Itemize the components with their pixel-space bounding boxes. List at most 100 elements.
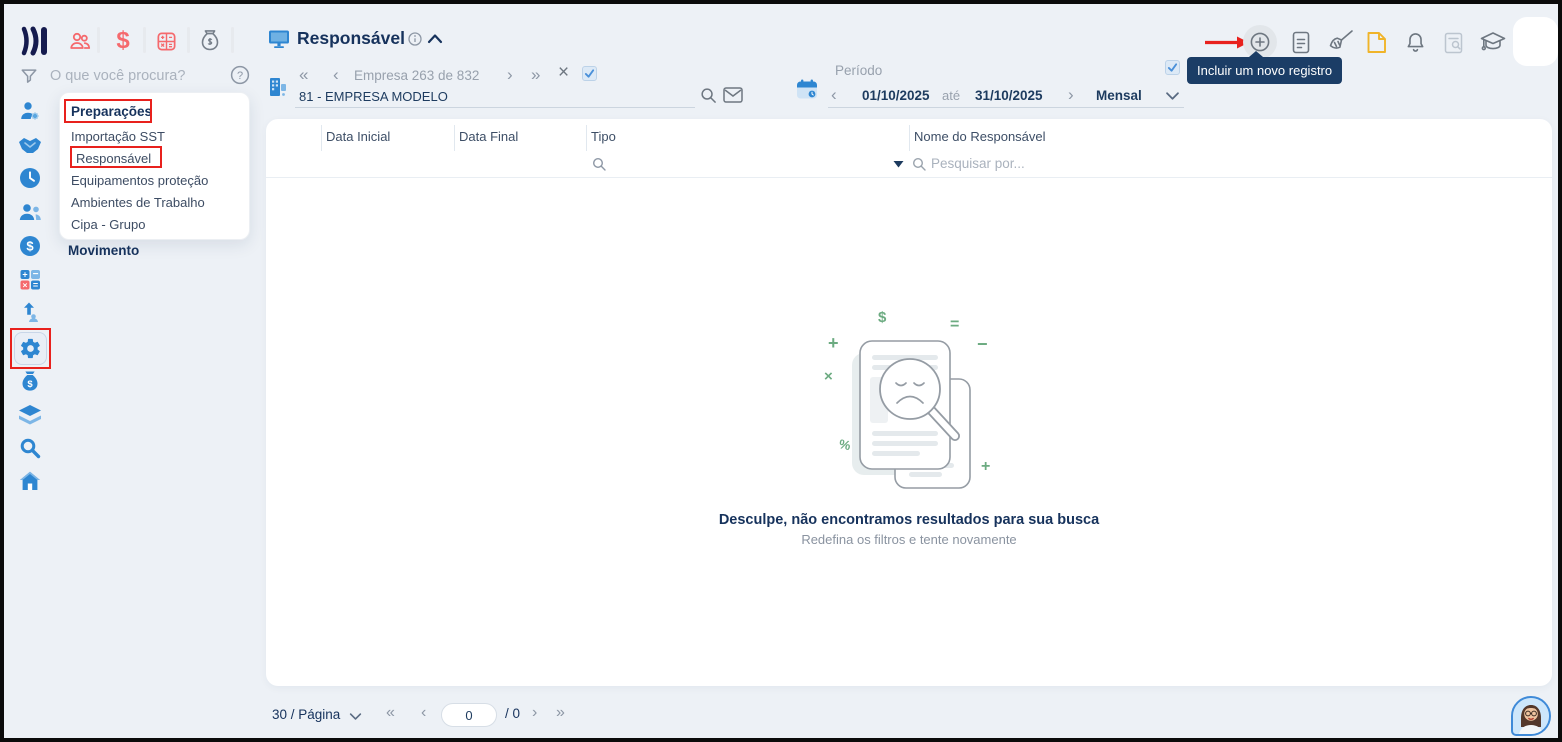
tooltip-text: Incluir um novo registro — [1197, 63, 1333, 78]
user-settings-icon[interactable] — [18, 99, 42, 123]
moneybag-icon[interactable] — [198, 28, 222, 54]
filter-icon[interactable] — [19, 66, 39, 86]
document-icon[interactable] — [1290, 30, 1312, 54]
people-icon[interactable] — [68, 29, 92, 53]
company-name-field[interactable] — [299, 87, 659, 105]
first-page-button[interactable]: « — [386, 705, 395, 721]
prev-page-button[interactable]: ‹ — [421, 705, 426, 721]
period-underline — [828, 107, 1184, 108]
calc-signs-icon[interactable]: + − × = — [18, 267, 42, 291]
global-search-input[interactable] — [50, 65, 222, 87]
period-checkbox[interactable] — [1165, 60, 1180, 75]
handshake-icon[interactable] — [17, 133, 43, 157]
menu-section-movimento[interactable]: Movimento — [68, 243, 139, 258]
topbar-divider — [187, 27, 190, 53]
name-filter-search-icon[interactable] — [911, 156, 926, 171]
clock-icon[interactable] — [18, 166, 42, 190]
menu-item-ambientes[interactable]: Ambientes de Trabalho — [71, 195, 205, 210]
header-divider — [266, 177, 1552, 178]
app-logo[interactable] — [20, 25, 50, 57]
menu-item-responsavel[interactable]: Responsável — [76, 151, 151, 166]
menu-item-cipa-grupo[interactable]: Cipa - Grupo — [71, 217, 145, 232]
period-mode-chevron-icon[interactable] — [1164, 90, 1180, 102]
page-size-chevron-icon[interactable] — [348, 711, 362, 721]
company-prev-button[interactable]: ‹ — [333, 66, 339, 83]
graduation-cap-icon[interactable] — [1479, 30, 1507, 54]
column-data-inicial[interactable]: Data Inicial — [326, 129, 390, 144]
bell-icon[interactable] — [1404, 30, 1426, 54]
company-search-icon[interactable] — [699, 86, 717, 104]
column-separator — [909, 125, 910, 151]
period-mode-select[interactable]: Mensal — [1096, 88, 1142, 103]
add-record-icon[interactable] — [1249, 31, 1271, 53]
column-nome-responsavel[interactable]: Nome do Responsável — [914, 129, 1046, 144]
monitor-icon — [267, 27, 291, 51]
building-icon — [266, 75, 290, 99]
mail-icon[interactable] — [723, 87, 743, 103]
svg-text:$: $ — [26, 239, 34, 254]
results-card: Data Inicial Data Final Tipo Nome do Res… — [266, 119, 1552, 686]
info-icon[interactable] — [408, 32, 422, 46]
svg-text:+: + — [981, 458, 990, 475]
company-nav-label: Empresa 263 de 832 — [354, 68, 480, 83]
empty-title: Desculpe, não encontramos resultados par… — [718, 512, 1100, 528]
period-prev-button[interactable]: ‹ — [831, 86, 837, 103]
company-next-button[interactable]: › — [507, 66, 513, 83]
company-last-button[interactable]: » — [531, 66, 540, 83]
period-start-date[interactable]: 01/10/2025 — [862, 88, 930, 103]
team-icon[interactable] — [17, 200, 43, 224]
empty-subtitle: Redefina os filtros e tente novamente — [801, 532, 1017, 547]
search-icon[interactable] — [18, 436, 42, 460]
help-icon[interactable]: ? — [230, 65, 250, 85]
period-end-date[interactable]: 31/10/2025 — [975, 88, 1043, 103]
svg-text:−: − — [977, 334, 988, 354]
company-clear-button[interactable]: × — [558, 63, 569, 82]
svg-text:%: % — [838, 436, 853, 453]
company-first-button[interactable]: « — [299, 66, 308, 83]
page-input[interactable] — [441, 704, 497, 726]
page-size-select[interactable]: 30 / Página — [272, 707, 340, 722]
layers-icon[interactable] — [17, 403, 43, 427]
document-search-icon[interactable] — [1442, 31, 1464, 54]
svg-text:$: $ — [27, 379, 33, 390]
svg-text:×: × — [824, 368, 833, 385]
company-checkbox[interactable] — [582, 66, 597, 81]
column-data-final[interactable]: Data Final — [459, 129, 518, 144]
calculator-icon[interactable] — [154, 29, 178, 53]
collapse-chevron-icon[interactable] — [427, 32, 443, 44]
period-next-button[interactable]: › — [1068, 86, 1074, 103]
support-avatar[interactable] — [1511, 696, 1551, 736]
menu-item-importacao-sst[interactable]: Importação SST — [71, 129, 165, 144]
dollar-glyph: $ — [116, 27, 130, 54]
menu-section-preparacoes[interactable]: Preparações — [71, 104, 152, 119]
column-separator — [454, 125, 455, 151]
dollar-icon[interactable]: $ — [110, 26, 136, 56]
broom-icon[interactable] — [1327, 29, 1354, 54]
dollar-coin-icon[interactable]: $ — [18, 234, 42, 258]
column-separator — [586, 125, 587, 151]
promotion-icon[interactable] — [18, 300, 42, 324]
name-filter-input[interactable] — [931, 153, 1191, 173]
tooltip-new-record: Incluir um novo registro — [1187, 51, 1343, 84]
next-page-button[interactable]: › — [532, 705, 537, 721]
svg-text:$: $ — [878, 309, 887, 326]
page-title: Responsável — [297, 28, 405, 48]
gear-icon[interactable] — [19, 337, 42, 360]
home-icon[interactable] — [18, 469, 42, 493]
calendar-icon — [795, 77, 819, 101]
period-label: Período — [835, 63, 883, 78]
column-tipo[interactable]: Tipo — [591, 129, 616, 144]
last-page-button[interactable]: » — [556, 705, 565, 721]
name-filter-dropdown-icon[interactable] — [893, 160, 904, 168]
topbar-divider — [97, 27, 100, 53]
preparacoes-popup: Preparações Importação SST Responsável E… — [59, 92, 250, 240]
menu-item-equipamentos[interactable]: Equipamentos proteção — [71, 173, 208, 188]
svg-text:?: ? — [237, 70, 243, 82]
note-icon[interactable] — [1365, 30, 1387, 54]
company-underline — [295, 107, 695, 108]
tipo-filter-search-icon[interactable] — [591, 156, 606, 171]
budget-bag-icon[interactable]: $ — [18, 370, 42, 394]
app-window: $ ? — [0, 0, 1562, 742]
svg-text:=: = — [33, 280, 38, 290]
profile-button[interactable] — [1513, 17, 1558, 66]
